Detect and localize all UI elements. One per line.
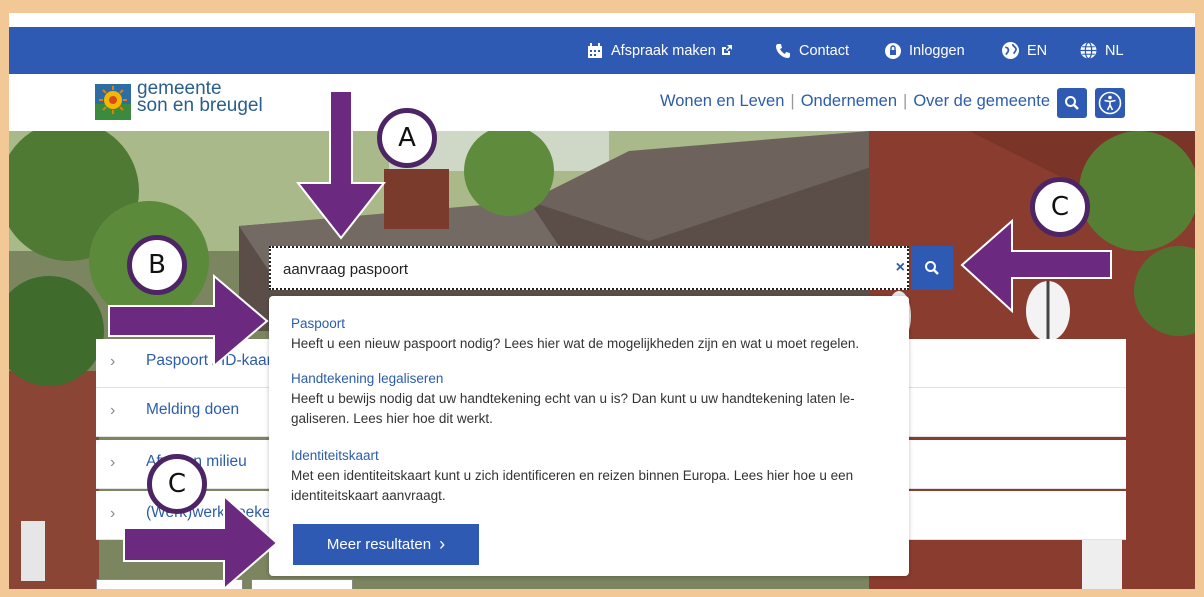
- callout-c: C: [1030, 177, 1090, 237]
- arrow-right-icon: [108, 273, 269, 369]
- screenshot-frame: Afspraak maken Contact Inloggen EN NL ge…: [9, 13, 1195, 589]
- callout-a: A: [377, 108, 437, 168]
- callout-b: B: [127, 235, 187, 295]
- arrow-down-icon: [295, 90, 387, 240]
- arrow-left-icon: [960, 218, 1112, 314]
- callout-c: C: [147, 454, 207, 514]
- arrow-right-icon: [123, 493, 279, 589]
